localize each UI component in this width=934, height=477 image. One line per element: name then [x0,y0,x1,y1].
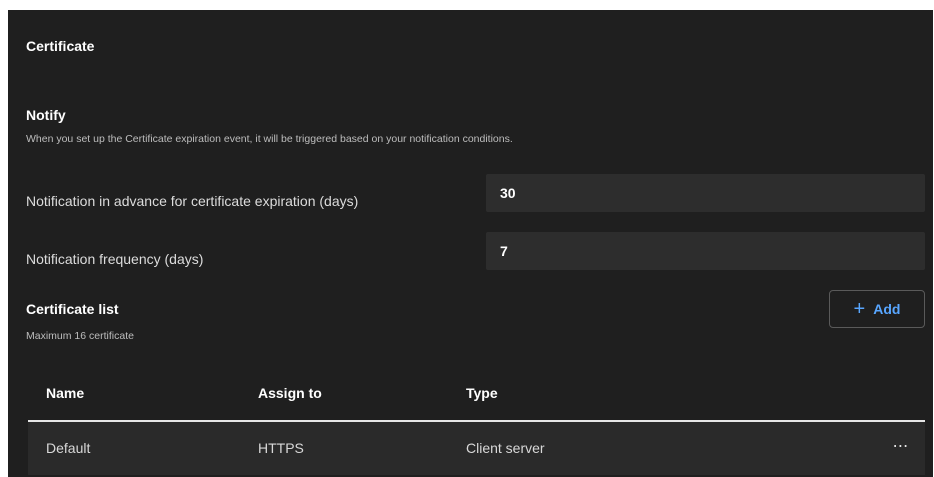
notify-heading: Notify [26,107,66,123]
table-row[interactable]: Default HTTPS Client server ⋯ [28,422,925,475]
column-header-name: Name [46,385,85,401]
cell-type: Client server [466,440,545,456]
plus-icon: + [853,298,866,320]
more-options-icon[interactable]: ⋯ [889,434,913,458]
notify-description: When you set up the Certificate expirati… [26,133,513,145]
advance-notification-input[interactable]: 30 [486,174,925,212]
certificate-list-subtitle: Maximum 16 certificate [26,330,134,342]
certificate-panel: Certificate Notify When you set up the C… [8,10,933,477]
cell-name: Default [46,440,91,456]
advance-notification-label: Notification in advance for certificate … [26,193,359,209]
cell-assign-to: HTTPS [258,440,304,456]
certificate-table: Name Assign to Type Default HTTPS Client… [28,366,925,475]
certificate-list-title: Certificate list [26,301,119,317]
notification-frequency-label: Notification frequency (days) [26,251,204,267]
section-title: Certificate [26,38,95,54]
column-header-type: Type [466,385,498,401]
add-certificate-button[interactable]: + Add [829,290,925,328]
column-header-assign-to: Assign to [258,385,322,401]
notification-frequency-input[interactable]: 7 [486,232,925,270]
add-button-label: Add [873,301,901,317]
table-header: Name Assign to Type [28,366,925,422]
